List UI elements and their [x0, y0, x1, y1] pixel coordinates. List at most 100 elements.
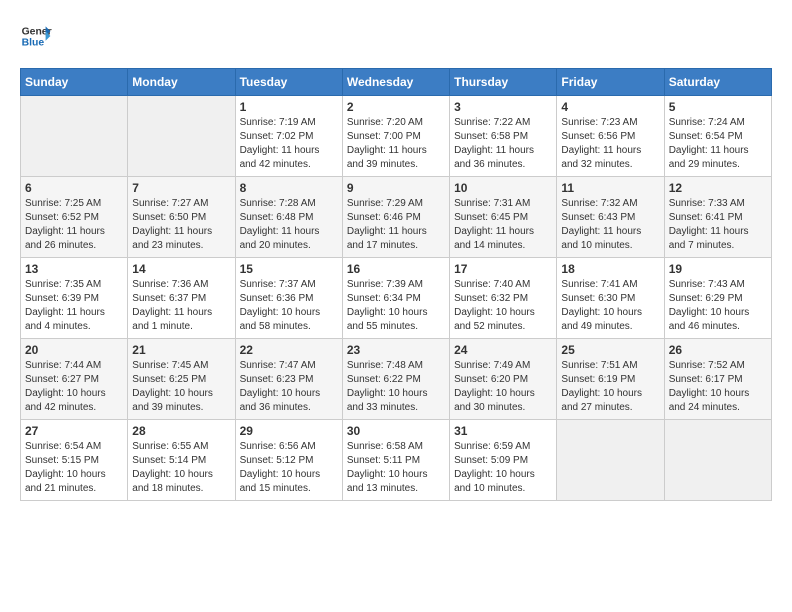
day-number: 14 — [132, 262, 230, 276]
calendar-cell — [664, 420, 771, 501]
day-number: 2 — [347, 100, 445, 114]
calendar-cell: 27 Sunrise: 6:54 AM Sunset: 5:15 PM Dayli… — [21, 420, 128, 501]
calendar-cell: 5 Sunrise: 7:24 AM Sunset: 6:54 PM Daylig… — [664, 96, 771, 177]
calendar-cell — [557, 420, 664, 501]
day-number: 11 — [561, 181, 659, 195]
day-number: 28 — [132, 424, 230, 438]
day-number: 21 — [132, 343, 230, 357]
day-info: Sunrise: 7:44 AM Sunset: 6:27 PM Dayligh… — [25, 359, 123, 415]
calendar-cell: 25 Sunrise: 7:51 AM Sunset: 6:19 PM Dayli… — [557, 339, 664, 420]
day-info: Sunrise: 7:47 AM Sunset: 6:23 PM Dayligh… — [240, 359, 338, 415]
day-info: Sunrise: 7:48 AM Sunset: 6:22 PM Dayligh… — [347, 359, 445, 415]
day-number: 16 — [347, 262, 445, 276]
calendar-cell: 23 Sunrise: 7:48 AM Sunset: 6:22 PM Dayli… — [342, 339, 449, 420]
day-info: Sunrise: 6:58 AM Sunset: 5:11 PM Dayligh… — [347, 440, 445, 496]
logo-icon: General Blue — [20, 20, 52, 52]
day-info: Sunrise: 7:40 AM Sunset: 6:32 PM Dayligh… — [454, 278, 552, 334]
day-number: 31 — [454, 424, 552, 438]
calendar-cell: 30 Sunrise: 6:58 AM Sunset: 5:11 PM Dayli… — [342, 420, 449, 501]
day-info: Sunrise: 6:55 AM Sunset: 5:14 PM Dayligh… — [132, 440, 230, 496]
day-number: 23 — [347, 343, 445, 357]
day-number: 9 — [347, 181, 445, 195]
day-number: 24 — [454, 343, 552, 357]
day-number: 30 — [347, 424, 445, 438]
day-number: 27 — [25, 424, 123, 438]
calendar-cell: 16 Sunrise: 7:39 AM Sunset: 6:34 PM Dayli… — [342, 258, 449, 339]
calendar-week-row: 6 Sunrise: 7:25 AM Sunset: 6:52 PM Daylig… — [21, 177, 772, 258]
calendar-cell: 15 Sunrise: 7:37 AM Sunset: 6:36 PM Dayli… — [235, 258, 342, 339]
day-info: Sunrise: 7:20 AM Sunset: 7:00 PM Dayligh… — [347, 116, 445, 172]
calendar-week-row: 13 Sunrise: 7:35 AM Sunset: 6:39 PM Dayli… — [21, 258, 772, 339]
calendar-cell — [21, 96, 128, 177]
logo: General Blue — [20, 20, 56, 52]
day-info: Sunrise: 7:36 AM Sunset: 6:37 PM Dayligh… — [132, 278, 230, 334]
day-number: 5 — [669, 100, 767, 114]
day-info: Sunrise: 6:56 AM Sunset: 5:12 PM Dayligh… — [240, 440, 338, 496]
day-number: 22 — [240, 343, 338, 357]
day-info: Sunrise: 7:52 AM Sunset: 6:17 PM Dayligh… — [669, 359, 767, 415]
day-info: Sunrise: 7:31 AM Sunset: 6:45 PM Dayligh… — [454, 197, 552, 253]
day-number: 17 — [454, 262, 552, 276]
day-number: 20 — [25, 343, 123, 357]
day-info: Sunrise: 6:59 AM Sunset: 5:09 PM Dayligh… — [454, 440, 552, 496]
day-info: Sunrise: 7:35 AM Sunset: 6:39 PM Dayligh… — [25, 278, 123, 334]
day-info: Sunrise: 7:39 AM Sunset: 6:34 PM Dayligh… — [347, 278, 445, 334]
day-info: Sunrise: 7:37 AM Sunset: 6:36 PM Dayligh… — [240, 278, 338, 334]
calendar-cell: 11Sunrise: 7:32 AM Sunset: 6:43 PM Dayli… — [557, 177, 664, 258]
calendar-week-row: 20 Sunrise: 7:44 AM Sunset: 6:27 PM Dayli… — [21, 339, 772, 420]
calendar-cell: 21Sunrise: 7:45 AM Sunset: 6:25 PM Dayli… — [128, 339, 235, 420]
calendar-cell: 9 Sunrise: 7:29 AM Sunset: 6:46 PM Daylig… — [342, 177, 449, 258]
day-info: Sunrise: 7:22 AM Sunset: 6:58 PM Dayligh… — [454, 116, 552, 172]
day-number: 7 — [132, 181, 230, 195]
day-info: Sunrise: 7:27 AM Sunset: 6:50 PM Dayligh… — [132, 197, 230, 253]
calendar-table: SundayMondayTuesdayWednesdayThursdayFrid… — [20, 68, 772, 501]
calendar-cell: 13 Sunrise: 7:35 AM Sunset: 6:39 PM Dayli… — [21, 258, 128, 339]
day-info: Sunrise: 7:33 AM Sunset: 6:41 PM Dayligh… — [669, 197, 767, 253]
calendar-week-row: 1Sunrise: 7:19 AM Sunset: 7:02 PM Daylig… — [21, 96, 772, 177]
day-info: Sunrise: 7:41 AM Sunset: 6:30 PM Dayligh… — [561, 278, 659, 334]
calendar-cell: 6 Sunrise: 7:25 AM Sunset: 6:52 PM Daylig… — [21, 177, 128, 258]
day-number: 25 — [561, 343, 659, 357]
calendar-week-row: 27 Sunrise: 6:54 AM Sunset: 5:15 PM Dayli… — [21, 420, 772, 501]
day-info: Sunrise: 7:29 AM Sunset: 6:46 PM Dayligh… — [347, 197, 445, 253]
day-number: 10 — [454, 181, 552, 195]
calendar-cell: 8Sunrise: 7:28 AM Sunset: 6:48 PM Daylig… — [235, 177, 342, 258]
calendar-cell: 4Sunrise: 7:23 AM Sunset: 6:56 PM Daylig… — [557, 96, 664, 177]
day-number: 8 — [240, 181, 338, 195]
calendar-cell: 2 Sunrise: 7:20 AM Sunset: 7:00 PM Daylig… — [342, 96, 449, 177]
column-header-thursday: Thursday — [450, 69, 557, 96]
column-header-saturday: Saturday — [664, 69, 771, 96]
column-header-sunday: Sunday — [21, 69, 128, 96]
calendar-cell: 3Sunrise: 7:22 AM Sunset: 6:58 PM Daylig… — [450, 96, 557, 177]
day-info: Sunrise: 7:25 AM Sunset: 6:52 PM Dayligh… — [25, 197, 123, 253]
day-number: 13 — [25, 262, 123, 276]
calendar-cell: 12 Sunrise: 7:33 AM Sunset: 6:41 PM Dayli… — [664, 177, 771, 258]
column-header-tuesday: Tuesday — [235, 69, 342, 96]
day-info: Sunrise: 7:23 AM Sunset: 6:56 PM Dayligh… — [561, 116, 659, 172]
day-info: Sunrise: 7:51 AM Sunset: 6:19 PM Dayligh… — [561, 359, 659, 415]
day-number: 19 — [669, 262, 767, 276]
calendar-cell: 18 Sunrise: 7:41 AM Sunset: 6:30 PM Dayli… — [557, 258, 664, 339]
calendar-cell: 20 Sunrise: 7:44 AM Sunset: 6:27 PM Dayli… — [21, 339, 128, 420]
calendar-cell: 19 Sunrise: 7:43 AM Sunset: 6:29 PM Dayli… — [664, 258, 771, 339]
day-info: Sunrise: 7:24 AM Sunset: 6:54 PM Dayligh… — [669, 116, 767, 172]
day-info: Sunrise: 7:43 AM Sunset: 6:29 PM Dayligh… — [669, 278, 767, 334]
column-header-monday: Monday — [128, 69, 235, 96]
column-header-friday: Friday — [557, 69, 664, 96]
calendar-cell: 7 Sunrise: 7:27 AM Sunset: 6:50 PM Daylig… — [128, 177, 235, 258]
calendar-cell: 26 Sunrise: 7:52 AM Sunset: 6:17 PM Dayli… — [664, 339, 771, 420]
day-info: Sunrise: 6:54 AM Sunset: 5:15 PM Dayligh… — [25, 440, 123, 496]
calendar-cell: 1Sunrise: 7:19 AM Sunset: 7:02 PM Daylig… — [235, 96, 342, 177]
day-number: 15 — [240, 262, 338, 276]
calendar-cell: 10 Sunrise: 7:31 AM Sunset: 6:45 PM Dayli… — [450, 177, 557, 258]
day-info: Sunrise: 7:49 AM Sunset: 6:20 PM Dayligh… — [454, 359, 552, 415]
day-number: 18 — [561, 262, 659, 276]
day-number: 12 — [669, 181, 767, 195]
day-number: 29 — [240, 424, 338, 438]
day-number: 6 — [25, 181, 123, 195]
calendar-cell — [128, 96, 235, 177]
calendar-cell: 28 Sunrise: 6:55 AM Sunset: 5:14 PM Dayli… — [128, 420, 235, 501]
column-header-wednesday: Wednesday — [342, 69, 449, 96]
calendar-cell: 24 Sunrise: 7:49 AM Sunset: 6:20 PM Dayli… — [450, 339, 557, 420]
day-number: 26 — [669, 343, 767, 357]
